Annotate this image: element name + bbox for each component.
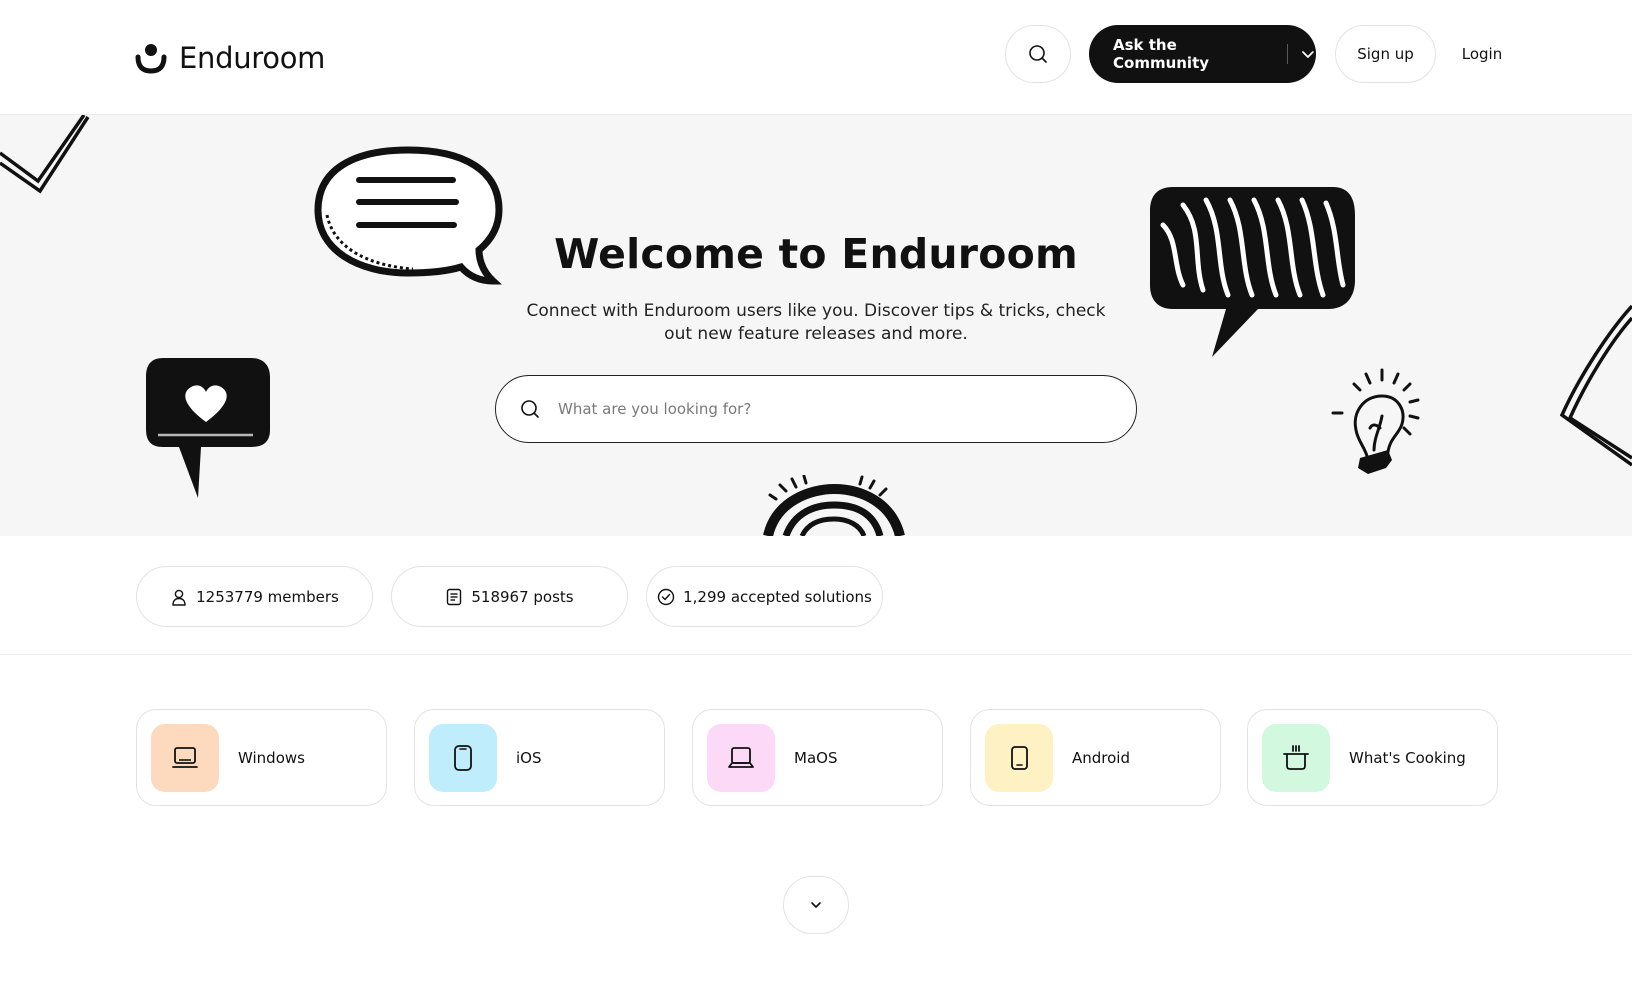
signup-button[interactable]: Sign up bbox=[1335, 25, 1436, 83]
community-stats: 1253779 members 518967 posts 1,299 accep… bbox=[0, 536, 1632, 655]
button-divider bbox=[1287, 44, 1289, 64]
tablet-icon bbox=[1011, 745, 1028, 770]
category-label: iOS bbox=[516, 748, 542, 767]
checkmark-doodle-icon bbox=[0, 115, 90, 194]
user-icon bbox=[172, 589, 186, 606]
hero-search-bar[interactable] bbox=[495, 375, 1137, 443]
hero-section: Welcome to Enduroom Connect with Enduroo… bbox=[0, 115, 1632, 536]
check-circle-icon bbox=[657, 588, 675, 605]
category-label: Android bbox=[1072, 748, 1130, 767]
phone-icon bbox=[454, 744, 472, 771]
solutions-stat: 1,299 accepted solutions bbox=[646, 566, 883, 627]
category-icon-bg bbox=[429, 723, 497, 792]
logo[interactable]: Enduroom bbox=[135, 38, 325, 78]
chevron-down-icon bbox=[811, 902, 821, 908]
category-icon-bg bbox=[1262, 723, 1330, 792]
cooking-pot-icon bbox=[1283, 744, 1309, 770]
chevron-down-icon[interactable] bbox=[1300, 46, 1316, 62]
logo-icon bbox=[135, 44, 167, 74]
category-label: Windows bbox=[238, 748, 305, 767]
category-android[interactable]: Android bbox=[970, 709, 1221, 806]
logo-text: Enduroom bbox=[179, 41, 326, 75]
site-header: Enduroom Ask the Community Sign up Login bbox=[0, 0, 1632, 115]
ask-community-label: Ask the Community bbox=[1113, 36, 1210, 72]
category-windows[interactable]: Windows bbox=[136, 709, 387, 806]
header-search-button[interactable] bbox=[1005, 25, 1071, 83]
category-macos[interactable]: MaOS bbox=[692, 709, 943, 806]
category-whats-cooking[interactable]: What's Cooking bbox=[1247, 709, 1498, 806]
category-icon-bg bbox=[985, 723, 1053, 792]
search-icon bbox=[521, 400, 539, 418]
category-icon-bg bbox=[151, 723, 219, 792]
posts-stat: 518967 posts bbox=[391, 566, 628, 627]
category-icon-bg bbox=[707, 723, 775, 792]
members-stat: 1253779 members bbox=[136, 566, 373, 627]
category-ios[interactable]: iOS bbox=[414, 709, 665, 806]
members-count: 1253779 members bbox=[196, 587, 339, 606]
category-label: What's Cooking bbox=[1349, 748, 1466, 767]
hero-search-input[interactable] bbox=[558, 400, 1098, 418]
laptop-icon bbox=[172, 746, 198, 768]
heart-bubble-icon bbox=[146, 358, 270, 498]
solutions-count: 1,299 accepted solutions bbox=[683, 587, 872, 606]
search-icon bbox=[1029, 45, 1047, 63]
login-link[interactable]: Login bbox=[1452, 41, 1512, 67]
laptop-open-icon bbox=[728, 746, 754, 768]
lightbulb-icon bbox=[1331, 368, 1420, 474]
ask-community-button[interactable]: Ask the Community bbox=[1089, 25, 1316, 83]
show-more-button[interactable] bbox=[783, 876, 849, 934]
category-label: MaOS bbox=[794, 748, 838, 767]
sun-doodle-icon bbox=[763, 475, 905, 536]
hero-title: Welcome to Enduroom bbox=[554, 230, 1078, 278]
posts-count: 518967 posts bbox=[471, 587, 574, 606]
document-icon bbox=[447, 588, 462, 605]
arrow-doodle-icon bbox=[1560, 304, 1632, 467]
hero-subtitle: Connect with Enduroom users like you. Di… bbox=[526, 301, 1106, 344]
